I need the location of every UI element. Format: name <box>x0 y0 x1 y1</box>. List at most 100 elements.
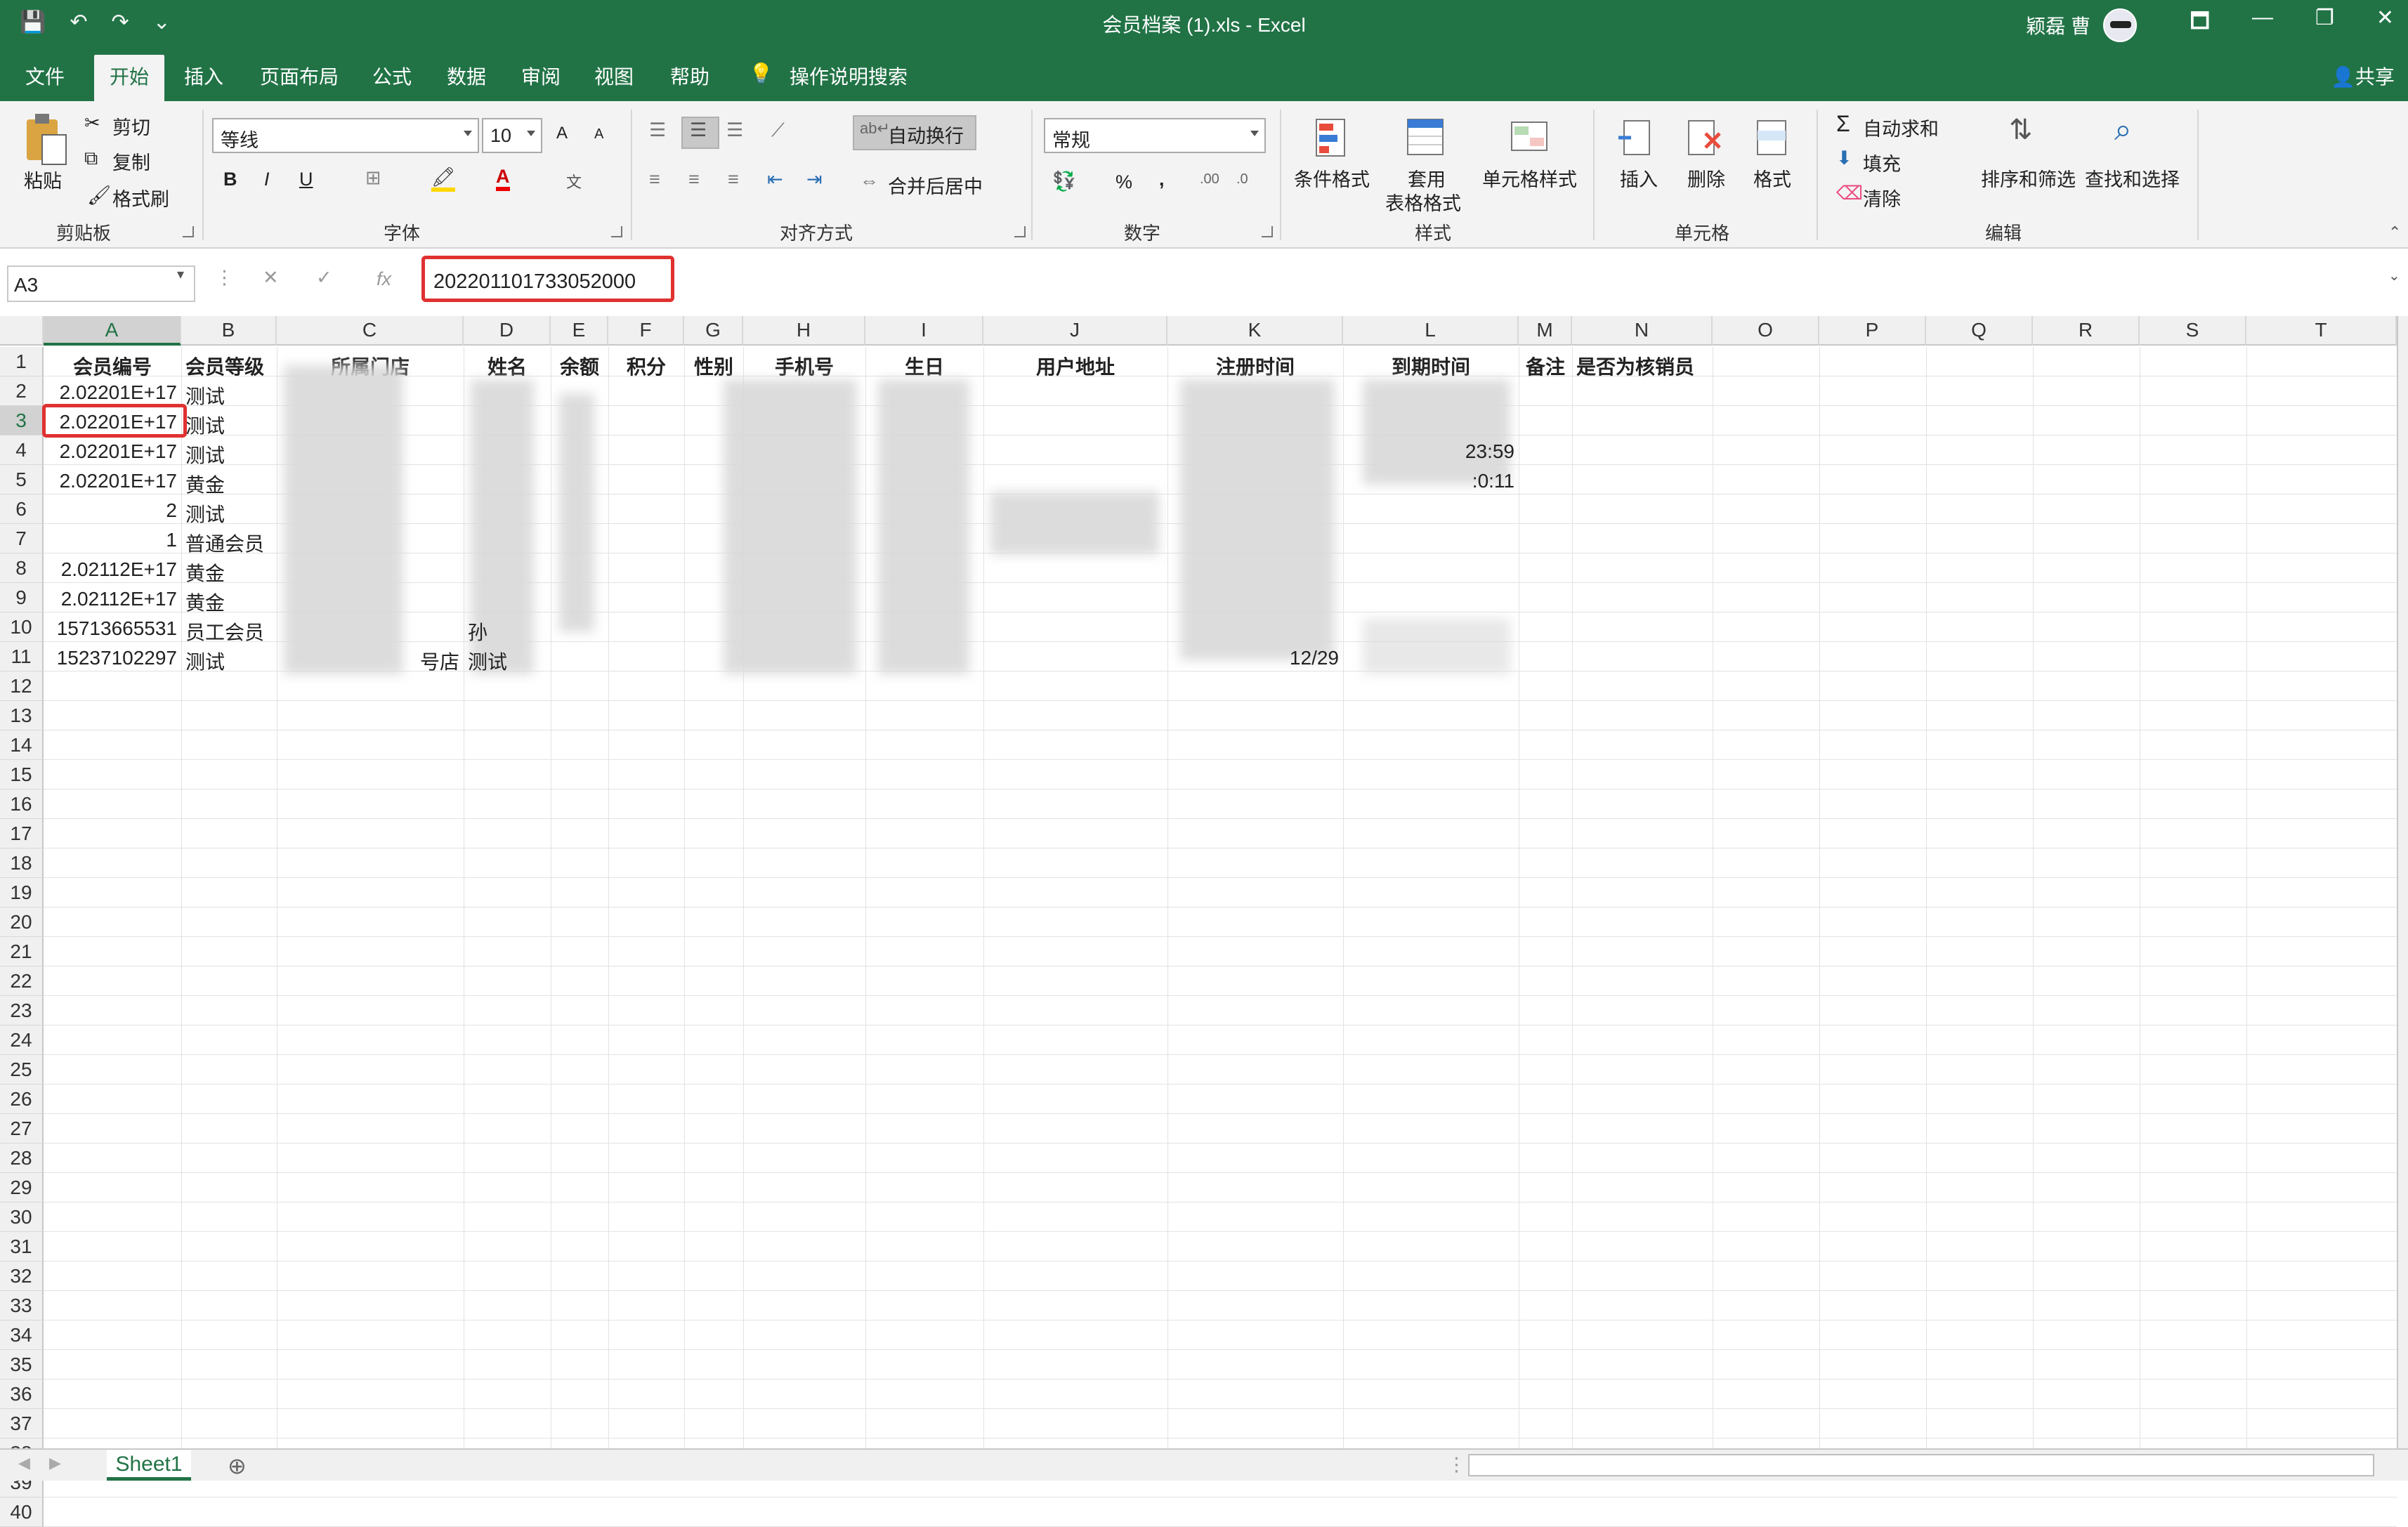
sheet-tab[interactable]: Sheet1 <box>107 1450 191 1481</box>
row-header[interactable]: 19 <box>0 878 44 907</box>
tab-view[interactable]: 视图 <box>594 62 634 90</box>
conditional-formatting-icon[interactable] <box>1314 117 1353 159</box>
tell-me-search[interactable]: 操作说明搜索 <box>790 62 908 90</box>
phonetic-icon[interactable]: 文 <box>566 170 582 192</box>
italic-button[interactable]: I <box>264 169 270 190</box>
bottom-align-icon[interactable]: ☰ <box>726 119 743 141</box>
number-format-select[interactable]: 常规 <box>1044 118 1266 153</box>
table-cell[interactable]: 2 <box>44 496 181 525</box>
clear-icon[interactable]: ⌫ <box>1836 183 1863 204</box>
row-header[interactable]: 9 <box>0 583 44 612</box>
scissors-icon[interactable]: ✂ <box>84 112 100 134</box>
copy-button[interactable]: 复制 <box>112 148 150 175</box>
row-header[interactable]: 23 <box>0 996 44 1025</box>
col-header-d[interactable]: D <box>464 316 551 346</box>
conditional-formatting-button[interactable]: 条件格式 <box>1294 164 1370 192</box>
row-header[interactable]: 18 <box>0 848 44 878</box>
col-header-t[interactable]: T <box>2246 316 2397 346</box>
header-cell[interactable]: 到期时间 <box>1343 348 1519 378</box>
row-header[interactable]: 36 <box>0 1379 44 1409</box>
table-cell[interactable]: :0:11 <box>1343 466 1519 496</box>
table-cell[interactable]: 15237102297 <box>44 643 181 673</box>
tab-file[interactable]: 文件 <box>25 62 65 90</box>
format-cells-button[interactable]: 格式 <box>1753 164 1791 192</box>
merge-center-button[interactable]: 合并后居中 <box>888 171 983 199</box>
row-header[interactable]: 27 <box>0 1114 44 1143</box>
delete-cells-button[interactable]: 删除 <box>1687 164 1725 192</box>
col-header-j[interactable]: J <box>983 316 1167 346</box>
row-header[interactable]: 29 <box>0 1173 44 1202</box>
header-cell[interactable]: 用户地址 <box>983 348 1167 378</box>
increase-decimal-icon[interactable]: .00 <box>1200 171 1219 188</box>
row-header[interactable]: 37 <box>0 1409 44 1438</box>
decrease-indent-icon[interactable]: ⇤ <box>767 169 783 190</box>
enter-formula-icon[interactable]: ✓ <box>316 267 332 289</box>
avatar[interactable] <box>2103 8 2137 42</box>
row-header[interactable]: 32 <box>0 1261 44 1291</box>
row-header[interactable]: 16 <box>0 789 44 819</box>
header-cell[interactable]: 是否为核销员 <box>1572 348 1713 378</box>
name-box-dropdown-icon[interactable]: ▾ <box>177 266 184 283</box>
restore-icon[interactable]: ❐ <box>2315 6 2334 41</box>
row-header[interactable]: 31 <box>0 1232 44 1261</box>
add-sheet-button[interactable]: ⊕ <box>228 1453 247 1479</box>
header-cell[interactable]: 会员编号 <box>44 348 181 378</box>
col-header-q[interactable]: Q <box>1926 316 2033 346</box>
format-painter-button[interactable]: 格式刷 <box>112 184 169 211</box>
tab-review[interactable]: 审阅 <box>521 62 561 90</box>
prev-sheet-icon[interactable]: ◀ <box>18 1454 30 1472</box>
table-cell[interactable]: 员工会员 <box>181 614 277 643</box>
row-header[interactable]: 15 <box>0 760 44 789</box>
header-cell[interactable]: 备注 <box>1519 348 1572 378</box>
table-cell[interactable]: 黄金 <box>181 584 277 614</box>
table-cell[interactable]: 测试 <box>181 378 277 407</box>
table-cell[interactable]: 测试 <box>181 407 277 437</box>
collapse-ribbon-icon[interactable]: ⌃ <box>2388 223 2401 242</box>
align-right-icon[interactable]: ≡ <box>728 169 739 190</box>
row-header[interactable]: 21 <box>0 937 44 966</box>
table-cell[interactable]: 15713665531 <box>44 614 181 643</box>
header-cell[interactable]: 注册时间 <box>1167 348 1343 378</box>
row-header[interactable]: 33 <box>0 1291 44 1320</box>
currency-icon[interactable]: 💱 <box>1052 170 1076 192</box>
tab-help[interactable]: 帮助 <box>670 62 709 90</box>
col-header-m[interactable]: M <box>1519 316 1572 346</box>
merge-center-icon[interactable]: ⇔ <box>860 170 879 192</box>
fill-icon[interactable]: ⬇ <box>1836 148 1852 169</box>
autosum-button[interactable]: 自动求和 <box>1863 114 1939 141</box>
alignment-launcher-icon[interactable] <box>1014 226 1026 237</box>
cancel-formula-icon[interactable]: ✕ <box>263 267 279 289</box>
decrease-decimal-icon[interactable]: .0 <box>1236 171 1248 188</box>
row-header[interactable]: 22 <box>0 966 44 996</box>
table-cell[interactable]: 2.02112E+17 <box>44 584 181 614</box>
minimize-icon[interactable]: — <box>2252 6 2273 41</box>
tab-formulas[interactable]: 公式 <box>372 62 412 90</box>
cut-button[interactable]: 剪切 <box>112 112 150 140</box>
row-header[interactable]: 40 <box>0 1497 44 1527</box>
underline-button[interactable]: U <box>299 169 313 190</box>
find-select-button[interactable]: 查找和选择 <box>2085 164 2180 192</box>
header-cell[interactable]: 会员等级 <box>181 348 277 378</box>
row-header[interactable]: 34 <box>0 1320 44 1350</box>
share-button[interactable]: 👤共享 <box>2331 62 2395 90</box>
col-header-b[interactable]: B <box>181 316 277 346</box>
row-header[interactable]: 1 <box>0 347 44 376</box>
table-cell[interactable]: 2.02201E+17 <box>44 378 181 407</box>
table-cell[interactable]: 测试 <box>181 496 277 525</box>
align-center-icon[interactable]: ≡ <box>688 169 700 190</box>
tab-page-layout[interactable]: 页面布局 <box>260 62 339 90</box>
sort-filter-icon[interactable]: ⇅ <box>2009 114 2033 146</box>
table-cell[interactable]: 1 <box>44 525 181 555</box>
table-cell[interactable]: 黄金 <box>181 555 277 584</box>
header-cell[interactable]: 姓名 <box>464 348 551 378</box>
top-align-icon[interactable]: ☰ <box>649 119 666 141</box>
header-cell[interactable]: 手机号 <box>743 348 865 378</box>
col-header-s[interactable]: S <box>2140 316 2246 346</box>
table-cell[interactable]: 普通会员 <box>181 525 277 555</box>
insert-cells-icon[interactable] <box>1617 117 1656 159</box>
select-all-corner[interactable] <box>0 316 44 346</box>
col-header-k[interactable]: K <box>1167 316 1343 346</box>
table-cell[interactable]: 2.02112E+17 <box>44 555 181 584</box>
table-cell[interactable]: 测试 <box>181 643 277 673</box>
col-header-e[interactable]: E <box>551 316 608 346</box>
